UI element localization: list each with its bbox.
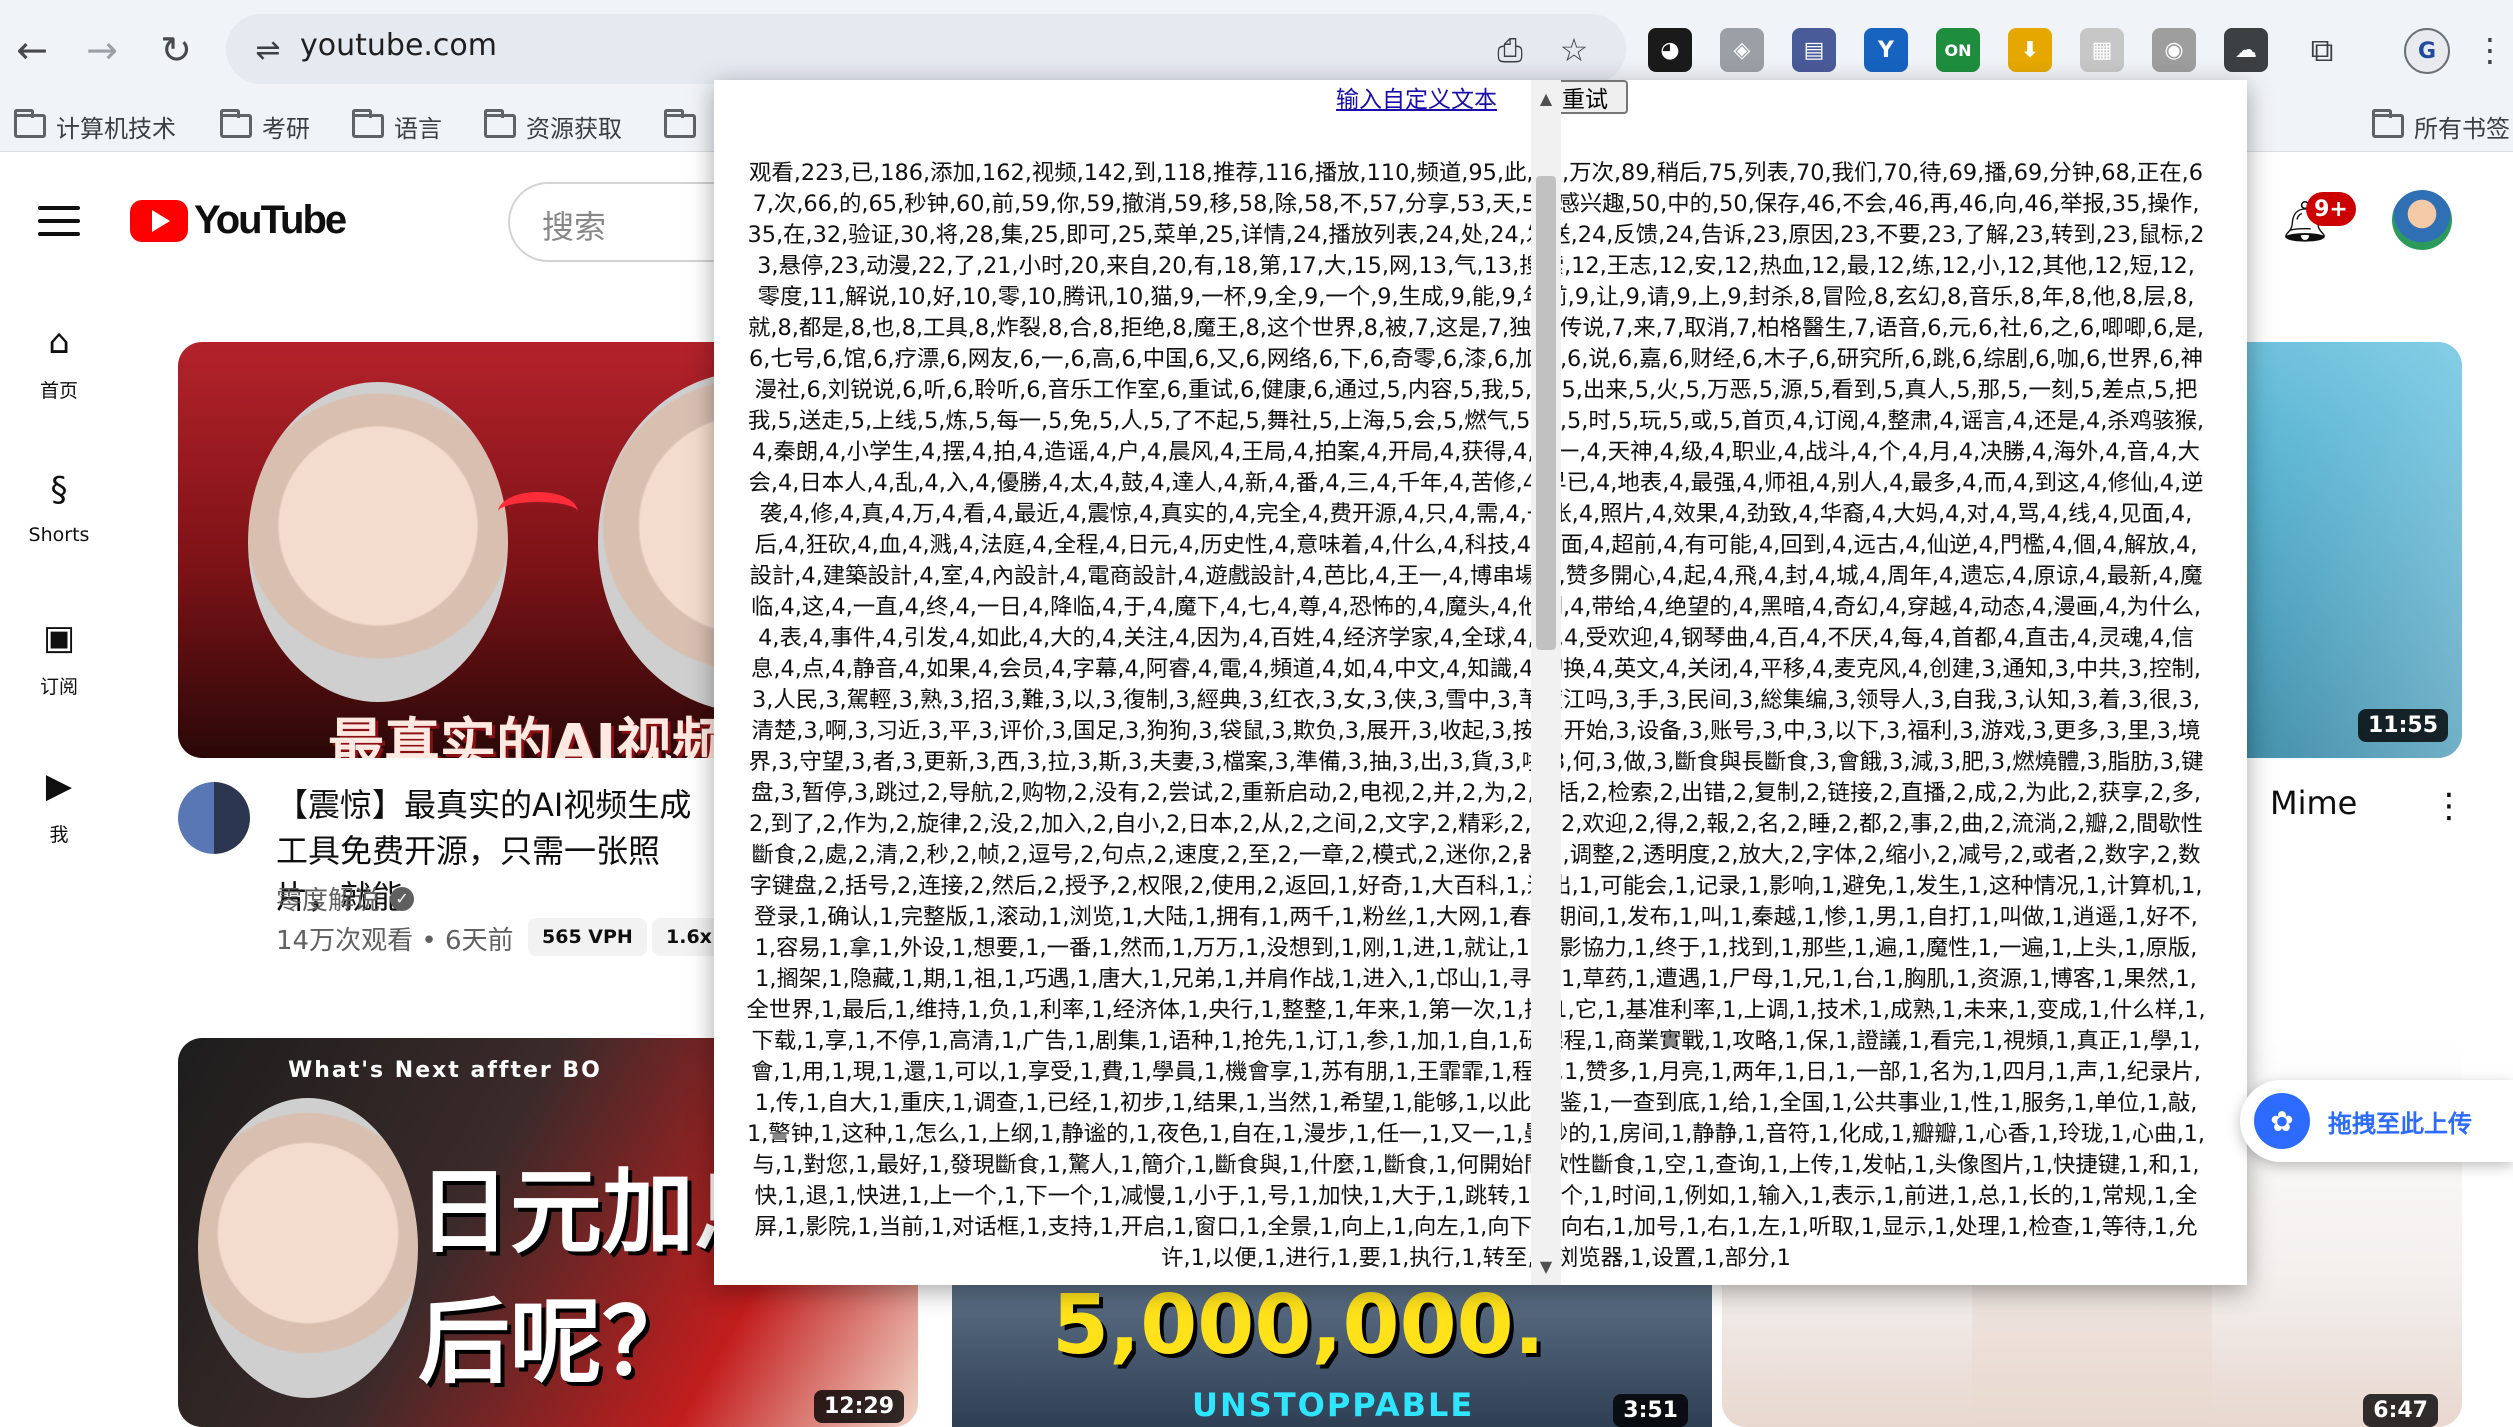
site-settings-icon[interactable]: ⇌ [240, 22, 296, 78]
upload-label: 拖拽至此上传 [2328, 1109, 2472, 1138]
video-duration: 12:29 [813, 1390, 904, 1423]
bookmark-folder-2[interactable]: 语言 [352, 108, 442, 144]
custom-text-link[interactable]: 输入自定义文本 [1336, 80, 1497, 114]
bookmark-label: 语言 [394, 114, 442, 143]
forward-arrow-icon: → [86, 28, 118, 72]
search-input[interactable] [508, 182, 728, 262]
extensions-puzzle-icon[interactable]: ⧉ [2296, 24, 2348, 76]
account-avatar[interactable] [2392, 190, 2452, 250]
sidebar-item-subscriptions[interactable]: ▣ 订阅 [0, 618, 118, 699]
sidebar-label: 我 [49, 824, 69, 846]
ext-cloud-icon[interactable]: ☁ [2224, 28, 2268, 72]
youtube-logo[interactable]: YouTube [130, 198, 347, 243]
reload-button[interactable]: ↻ [146, 20, 206, 80]
scroll-down-icon[interactable]: ▼ [1534, 1254, 1558, 1278]
word-frequency-popup: 输入自定义文本 重试 观看,223,已,186,添加,162,视频,142,到,… [714, 80, 2247, 1285]
shorts-icon: § [50, 470, 68, 510]
folder-icon [664, 109, 696, 138]
vph-chip: 565 VPH [528, 918, 647, 956]
reload-icon: ↻ [160, 28, 192, 72]
all-bookmarks[interactable]: 所有书签 [2372, 108, 2510, 144]
red-arrow-icon [498, 492, 578, 532]
sidebar-label: 订阅 [39, 676, 78, 698]
thumbnail-caption: What's Next affter BO [288, 1058, 602, 1083]
sidebar-item-you[interactable]: ▶ 我 [0, 766, 118, 847]
glass-wall [2242, 342, 2462, 758]
bookmark-label: 计算机技术 [56, 114, 176, 143]
channel-label: 零度解说 [276, 886, 381, 916]
bookmark-label: 考研 [262, 114, 310, 143]
profile-avatar[interactable]: G [2404, 28, 2450, 74]
folder-icon [352, 109, 384, 138]
youtube-play-icon [130, 199, 188, 242]
sidebar-item-shorts[interactable]: § Shorts [0, 470, 118, 546]
word-frequency-list: 观看,223,已,186,添加,162,视频,142,到,118,推荐,116,… [746, 160, 2206, 1271]
search-placeholder: 搜索 [542, 208, 607, 246]
ext-download-icon[interactable]: ⬇ [2008, 28, 2052, 72]
video-metadata: 14万次观看 • 6天前 [276, 926, 514, 956]
bookmark-folder-4[interactable] [664, 108, 706, 144]
back-button[interactable]: ← [2, 20, 62, 80]
more-actions-icon[interactable]: ⋮ [2432, 786, 2466, 826]
channel-avatar[interactable] [178, 782, 250, 854]
ext-mask-icon[interactable]: ◕ [1648, 28, 1692, 72]
folder-icon [220, 109, 252, 138]
guide-menu-icon[interactable] [38, 206, 80, 236]
thumbnail-subtext: UNSTOPPABLE [1192, 1386, 1475, 1424]
ext-y-icon[interactable]: Y [1864, 28, 1908, 72]
notification-badge: 9+ [2306, 192, 2356, 226]
video-title[interactable]: Mime [2270, 784, 2357, 822]
install-app-icon[interactable]: ⎙ [1484, 24, 1536, 76]
bookmark-folder-1[interactable]: 考研 [220, 108, 310, 144]
forward-button[interactable]: → [72, 20, 132, 80]
thumbnail-text: 5,000,000. [1052, 1278, 1545, 1373]
back-arrow-icon: ← [16, 28, 48, 72]
thumbnail-text: 最真实的AI视频 [328, 713, 729, 758]
thumbnail-face [248, 382, 508, 702]
scrollbar-thumb[interactable] [1536, 176, 1556, 650]
ext-camera-icon[interactable]: ◉ [2152, 28, 2196, 72]
upload-flower-icon: ✿ [2254, 1093, 2310, 1149]
verified-check-icon: ✓ [390, 886, 415, 911]
channel-name[interactable]: 零度解说 ✓ [276, 880, 415, 917]
scroll-up-icon[interactable]: ▲ [1534, 86, 1558, 110]
bookmark-folder-0[interactable]: 计算机技术 [14, 108, 176, 144]
home-icon: ⌂ [48, 322, 70, 362]
bookmark-folder-3[interactable]: 资源获取 [484, 108, 622, 144]
folder-icon [14, 109, 46, 138]
ext-grid-icon[interactable]: ▦ [2080, 28, 2124, 72]
library-icon: ▶ [45, 766, 73, 806]
bookmark-label: 所有书签 [2414, 114, 2510, 143]
browser-menu-icon[interactable]: ⋮ [2470, 24, 2510, 76]
thumbnail-face [198, 1098, 418, 1398]
subscriptions-icon: ▣ [42, 618, 76, 658]
video-duration: 11:55 [2357, 709, 2448, 742]
youtube-wordmark: YouTube [194, 198, 347, 242]
ext-shield-icon[interactable]: ◈ [1720, 28, 1764, 72]
sidebar-item-home[interactable]: ⌂ 首页 [0, 322, 118, 403]
ext-window-icon[interactable]: ▤ [1792, 28, 1836, 72]
folder-icon [484, 109, 516, 138]
sidebar-label: 首页 [39, 380, 78, 402]
ext-on-icon[interactable]: ON [1936, 28, 1980, 72]
bookmark-star-icon[interactable]: ☆ [1548, 24, 1600, 76]
bookmark-label: 资源获取 [526, 114, 622, 143]
sidebar-label: Shorts [28, 524, 90, 546]
video-duration: 3:51 [1613, 1394, 1688, 1427]
url-text[interactable]: youtube.com [300, 28, 497, 63]
upload-widget[interactable]: ✿ 拖拽至此上传 [2240, 1080, 2513, 1162]
video-duration: 6:47 [2363, 1394, 2438, 1427]
folder-icon [2372, 109, 2404, 138]
